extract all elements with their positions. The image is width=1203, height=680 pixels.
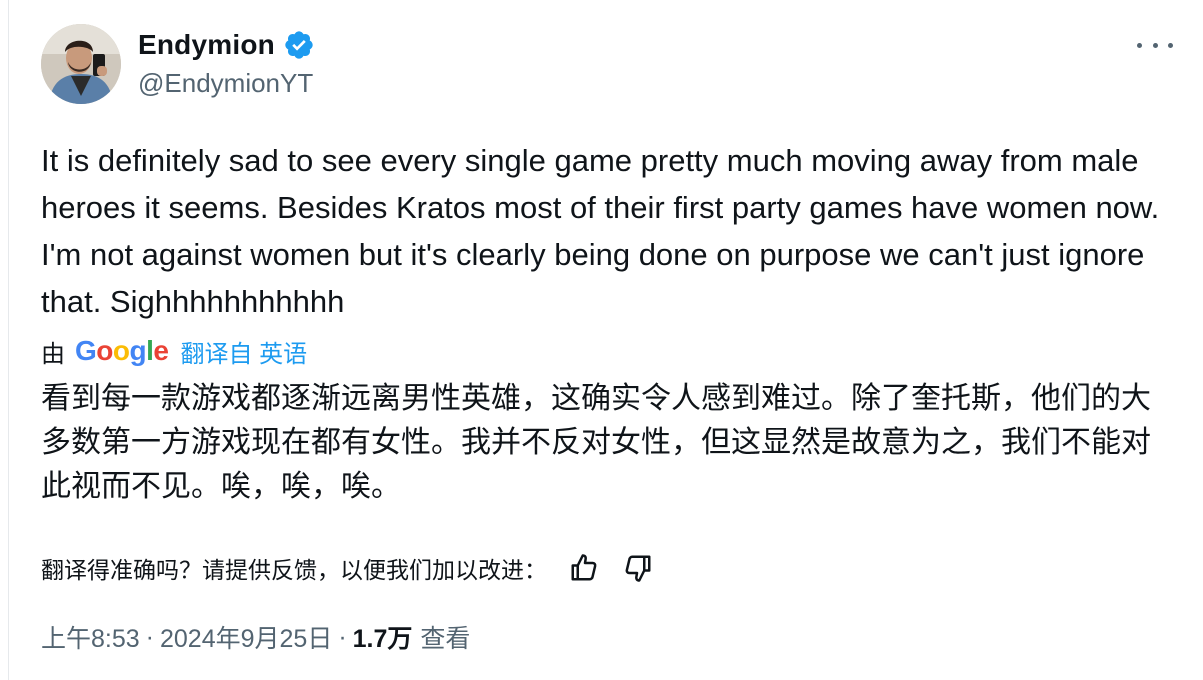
tweet-text: It is definitely sad to see every single… [41,143,1160,319]
tweet-time[interactable]: 上午8:53 [41,619,140,655]
meta-separator: · [145,622,154,651]
author-avatar[interactable] [41,24,121,104]
translated-from-link[interactable]: 翻译自 英语 [180,334,307,369]
google-logo: Google [75,335,169,366]
translation-feedback: 翻译得准确吗？请提供反馈，以便我们加以改进： [41,548,655,588]
views-label: 查看 [420,625,471,653]
author-display-name[interactable]: Endymion [138,29,275,61]
author-name-row: Endymion [138,27,315,63]
tweet-metadata: 上午8:53 · 2024年9月25日 · 1.7万 查看 [41,619,470,655]
left-border [8,0,9,680]
tweet-date[interactable]: 2024年9月25日 [160,619,332,655]
more-options-button[interactable] [1137,30,1173,60]
meta-separator: · [338,622,347,651]
more-dot-icon [1168,42,1173,48]
translated-text: 看到每一款游戏都逐渐远离男性英雄，这确实令人感到难过。除了奎托斯，他们的大多数第… [41,382,1151,503]
more-dot-icon [1137,42,1142,48]
thumbs-up-button[interactable] [567,551,601,585]
more-dot-icon [1152,42,1158,48]
feedback-prompt: 翻译得准确吗？请提供反馈，以便我们加以改进： [41,557,547,583]
thumbs-down-button[interactable] [621,551,655,585]
translated-by-label: 由 [41,340,65,368]
person-avatar-icon [41,24,121,104]
thumbs-down-icon [625,555,651,582]
views-count: 1.7万 [352,625,413,653]
verified-badge-icon[interactable] [283,29,315,61]
author-handle[interactable]: @EndymionYT [138,68,313,99]
translation-attribution: 由 Google 翻译自 英语 [41,333,307,369]
thumbs-up-icon [571,554,597,581]
